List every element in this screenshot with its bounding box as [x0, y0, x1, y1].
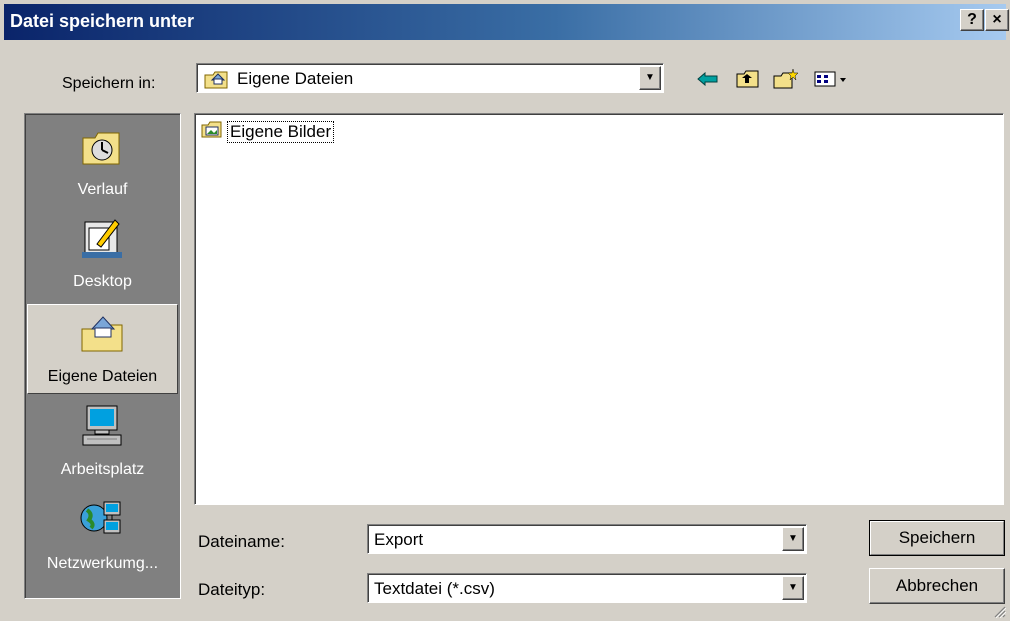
places-bar: Verlauf Desktop Eigene Dateien Arbeitspl… — [24, 113, 181, 599]
back-arrow-icon[interactable] — [694, 66, 722, 92]
up-folder-icon[interactable] — [734, 66, 762, 92]
place-desktop[interactable]: Desktop — [27, 210, 178, 300]
chevron-down-icon[interactable]: ▼ — [639, 66, 661, 90]
chevron-down-icon[interactable]: ▼ — [782, 576, 804, 600]
filename-label: Dateiname: — [198, 532, 285, 551]
file-name: Eigene Bilder — [227, 121, 335, 143]
view-menu-icon[interactable] — [812, 66, 850, 92]
chevron-down-icon[interactable]: ▼ — [782, 527, 804, 551]
filetype-value: Textdatei (*.csv) — [374, 579, 495, 598]
close-button[interactable]: × — [985, 9, 1009, 31]
my-documents-folder-icon — [203, 68, 231, 95]
history-clock-folder-icon — [77, 124, 127, 170]
title-bar[interactable]: Datei speichern unter ? × — [4, 4, 1009, 40]
filename-field[interactable]: Export ▼ — [367, 524, 807, 554]
desktop-icon — [77, 216, 127, 262]
new-folder-icon[interactable] — [772, 66, 800, 92]
window-title: Datei speichern unter — [10, 11, 195, 31]
save-as-dialog: Datei speichern unter ? × Speichern in: … — [0, 0, 1010, 621]
filetype-dropdown[interactable]: Textdatei (*.csv) ▼ — [367, 573, 807, 603]
place-network[interactable]: Netzwerkumg... — [27, 492, 178, 582]
save-in-value: Eigene Dateien — [237, 69, 354, 88]
pictures-folder-icon — [201, 121, 223, 144]
file-list[interactable]: Eigene Bilder — [194, 113, 1004, 505]
place-my-computer[interactable]: Arbeitsplatz — [27, 398, 178, 488]
filename-value: Export — [374, 530, 424, 549]
computer-icon — [77, 404, 127, 450]
filetype-label: Dateityp: — [198, 580, 266, 599]
help-button[interactable]: ? — [960, 9, 984, 31]
place-label: Eigene Dateien — [47, 368, 158, 385]
save-in-dropdown[interactable]: Eigene Dateien ▼ — [196, 63, 664, 93]
my-documents-icon — [78, 311, 128, 357]
save-button-label: Speichern — [898, 528, 976, 547]
save-in-label: Speichern in: — [62, 75, 156, 92]
place-history[interactable]: Verlauf — [27, 118, 178, 208]
cancel-button[interactable]: Abbrechen — [869, 568, 1005, 604]
place-label: Netzwerkumg... — [46, 555, 159, 572]
place-my-documents[interactable]: Eigene Dateien — [27, 304, 178, 394]
resize-grip-icon[interactable] — [992, 603, 1007, 619]
place-label: Verlauf — [77, 181, 128, 198]
place-label: Desktop — [73, 273, 132, 290]
network-icon — [77, 498, 127, 544]
place-label: Arbeitsplatz — [60, 461, 145, 478]
list-item[interactable]: Eigene Bilder — [201, 120, 335, 144]
save-button[interactable]: Speichern — [869, 520, 1005, 556]
